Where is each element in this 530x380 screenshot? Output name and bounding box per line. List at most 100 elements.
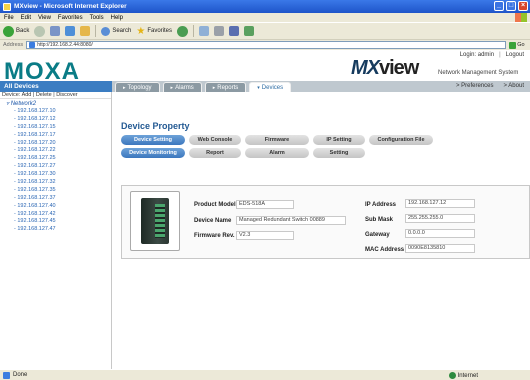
tree-device-item[interactable]: - 192.168.127.22 [6,147,111,155]
report-button[interactable]: Report [189,148,241,158]
tree-device-item[interactable]: - 192.168.127.12 [6,116,111,124]
back-label: Back [16,28,30,34]
go-button[interactable]: Go [509,41,525,49]
tree-device-item[interactable]: - 192.168.127.47 [6,226,111,234]
menu-favorites[interactable]: Favorites [58,15,83,21]
ip-setting-button[interactable]: IP Setting [313,135,365,145]
login-user: Login: admin [459,52,495,58]
tree-device-item[interactable]: - 192.168.127.45 [6,218,111,226]
tree-device-item[interactable]: - 192.168.127.30 [6,171,111,179]
tab-alarms[interactable]: ▸ Alarms [162,82,202,92]
alarm-button[interactable]: Alarm [245,148,309,158]
device-monitoring-button[interactable]: Device Monitoring [121,148,185,158]
media-icon[interactable] [177,25,189,37]
menu-bar: File Edit View Favorites Tools Help [0,13,530,22]
menu-view[interactable]: View [38,15,51,21]
security-zone: Internet [448,372,478,379]
tree-device-item[interactable]: - 192.168.127.27 [6,163,111,171]
preferences-link[interactable]: > Preferences [456,83,494,89]
go-label: Go [517,42,525,48]
prop-mac-address: MAC Address [365,245,404,255]
close-button[interactable]: × [518,1,528,11]
edit-icon[interactable] [229,26,240,36]
device-setting-button[interactable]: Device Setting [121,135,185,145]
login-links: Login: admin | Logout [460,52,524,58]
menu-edit[interactable]: Edit [21,15,31,21]
minimize-button[interactable]: _ [494,1,504,11]
refresh-icon[interactable] [65,26,76,36]
prop-gateway: Gateway [365,230,390,240]
menu-tools[interactable]: Tools [90,15,104,21]
web-console-button[interactable]: Web Console [189,135,241,145]
tab-devices[interactable]: ▾ Devices [249,82,292,92]
prop-sub-mask: Sub Mask [365,215,393,225]
tree-root-network[interactable]: ▿ Network2 [6,101,111,108]
window-controls: _ □ × [494,1,528,11]
forward-button[interactable] [34,25,46,37]
tab-arrow-down-icon: ▾ [257,84,260,91]
mail-icon[interactable] [199,26,210,36]
tree-device-item[interactable]: - 192.168.127.40 [6,203,111,211]
search-button[interactable]: Search [101,26,132,36]
device-monitoring-buttons: Device Monitoring Report Alarm Setting [121,148,365,158]
print-icon[interactable] [214,26,225,36]
brand-view: view [379,57,419,79]
prop-label: Product Model [194,202,236,208]
page-icon [29,42,36,48]
tree-device-item[interactable]: - 192.168.127.10 [6,108,111,116]
messenger-icon[interactable] [244,26,255,36]
address-label: Address [3,42,24,48]
tree-device-item[interactable]: - 192.168.127.37 [6,195,111,203]
tab-arrow-icon: ▸ [123,84,126,91]
menu-file[interactable]: File [4,15,14,21]
tree-device-item[interactable]: - 192.168.127.42 [6,211,111,219]
tree-device-label: 192.168.127.30 [17,171,56,178]
tree-device-label: 192.168.127.27 [17,163,56,170]
tree-device-item[interactable]: - 192.168.127.20 [6,140,111,148]
prop-label: Device Name [194,218,232,224]
prop-ip-address: IP Address [365,200,396,210]
tree-device-label: 192.168.127.25 [17,155,56,162]
prop-product-model: Product Model [194,200,236,210]
prop-device-name: Device Name [194,216,231,226]
internet-zone-icon [448,372,456,379]
tree-device-item[interactable]: - 192.168.127.25 [6,155,111,163]
tree-device-item[interactable]: - 192.168.127.17 [6,132,111,140]
sub-mask-value: 255.255.255.0 [405,214,475,223]
favorites-label: Favorites [147,28,173,34]
tab-reports[interactable]: ▸ Reports [204,82,247,92]
configuration-file-button[interactable]: Configuration File [369,135,433,145]
setting-button[interactable]: Setting [313,148,365,158]
device-property-panel: Device Property Device Setting Web Conso… [113,92,530,369]
home-icon[interactable] [80,26,91,36]
menu-help[interactable]: Help [111,15,123,21]
search-label: Search [112,28,132,34]
address-input[interactable]: http://192.168.2.44:8080/ [26,41,507,49]
favorites-button[interactable]: ★ Favorites [136,26,172,37]
tree-device-item[interactable]: - 192.168.127.35 [6,187,111,195]
prop-label: Sub Mask [365,217,394,223]
firmware-rev-value: V2.3 [236,231,294,240]
tree-device-label: 192.168.127.47 [17,226,56,233]
page-title: Device Property [121,121,190,131]
firmware-button[interactable]: Firmware [245,135,309,145]
tab-topology[interactable]: ▸ Topology [115,82,160,92]
maximize-button[interactable]: □ [506,1,516,11]
tree-device-label: 192.168.127.15 [17,123,56,130]
tree-device-item[interactable]: - 192.168.127.32 [6,179,111,187]
back-button[interactable]: Back [3,25,30,37]
tab-alarms-label: Alarms [175,84,194,91]
toolbar-divider [95,25,97,37]
tree-device-label: 192.168.127.40 [17,202,56,209]
tree-device-item[interactable]: - 192.168.127.15 [6,124,111,132]
all-devices-header: All Devices [0,81,112,92]
prop-label: IP Address [365,202,397,208]
about-link[interactable]: > About [503,83,524,89]
device-tree-panel: Device: Add | Delete | Discover ▿ Networ… [0,92,112,369]
logout-link[interactable]: Logout [506,52,524,58]
tab-reports-label: Reports [217,84,239,91]
page-done-icon [3,371,10,379]
stop-icon[interactable] [50,26,61,36]
prop-firmware-rev: Firmware Rev. [194,231,235,241]
device-actions[interactable]: Device: Add | Delete | Discover [0,92,111,99]
